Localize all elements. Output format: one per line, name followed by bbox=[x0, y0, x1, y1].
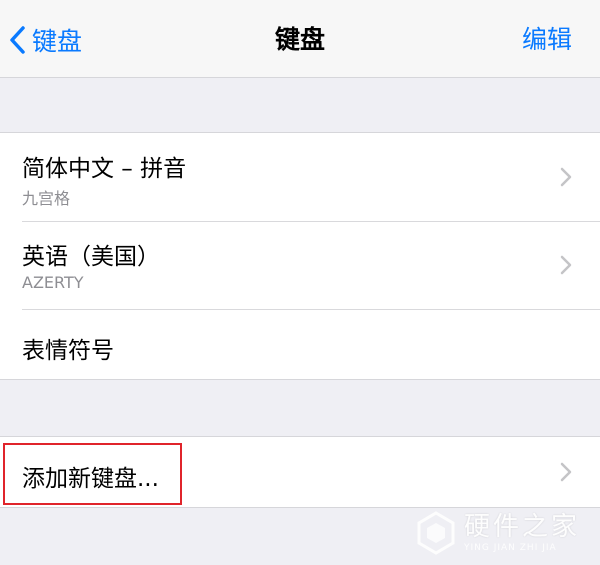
watermark: 硬件之家 YING JIAN ZHI JIA bbox=[416, 511, 580, 555]
chevron-right-icon bbox=[560, 462, 572, 482]
chevron-right-icon bbox=[560, 167, 572, 187]
highlight-annotation-box bbox=[3, 443, 182, 505]
keyboard-title: 英语（美国） bbox=[22, 244, 160, 270]
keyboard-title: 简体中文 – 拼音 bbox=[22, 156, 187, 182]
keyboard-row-emoji[interactable]: 表情符号 bbox=[0, 309, 600, 379]
keyboard-list: 简体中文 – 拼音 九宫格 英语（美国） AZERTY 表情符号 bbox=[0, 132, 600, 380]
watermark-logo-icon bbox=[417, 511, 455, 555]
keyboard-title: 表情符号 bbox=[22, 338, 114, 364]
chevron-right-icon bbox=[560, 255, 572, 275]
keyboard-row-chinese-pinyin[interactable]: 简体中文 – 拼音 九宫格 bbox=[0, 133, 600, 221]
watermark-subtext: YING JIAN ZHI JIA bbox=[463, 543, 557, 553]
watermark-text: 硬件之家 bbox=[463, 512, 580, 542]
keyboard-row-english-us[interactable]: 英语（美国） AZERTY bbox=[0, 221, 600, 309]
keyboard-layout-subtitle: 九宫格 bbox=[22, 189, 71, 208]
edit-button[interactable]: 编辑 bbox=[522, 22, 572, 58]
navigation-bar: 键盘 键盘 编辑 bbox=[0, 0, 600, 78]
page-title: 键盘 bbox=[274, 25, 325, 54]
keyboard-layout-subtitle: AZERTY bbox=[22, 273, 84, 292]
